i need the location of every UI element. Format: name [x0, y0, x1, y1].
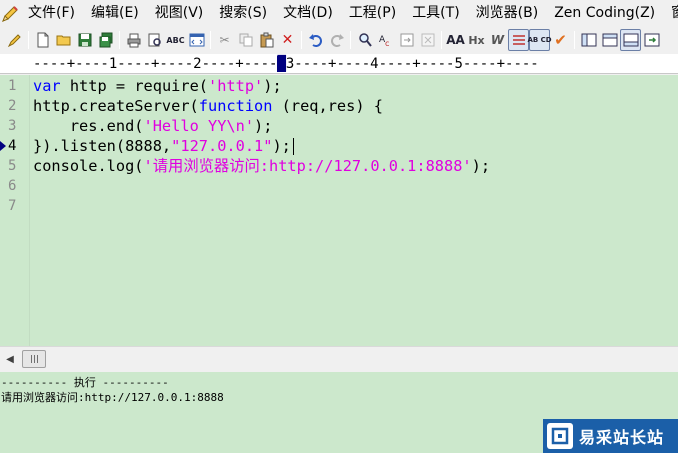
menu-file[interactable]: 文件(F) [20, 0, 83, 27]
find-icon[interactable] [354, 29, 375, 51]
horizontal-scrollbar[interactable]: ◀ [0, 346, 678, 370]
menu-edit[interactable]: 编辑(E) [83, 0, 147, 27]
scrollbar-thumb[interactable] [22, 350, 46, 368]
code-token: 'http' [208, 77, 264, 95]
toolbar-separator [301, 31, 302, 49]
code-token: var [33, 77, 61, 95]
pencil-icon[interactable] [4, 29, 25, 51]
code-token: '请用浏览器访问:http://127.0.0.1:8888' [143, 157, 472, 175]
menu-bar: 文件(F) 编辑(E) 视图(V) 搜索(S) 文档(D) 工程(P) 工具(T… [0, 0, 678, 27]
line-number: 7 [8, 198, 17, 214]
code-line: var http = require('http'); [33, 76, 282, 96]
word-wrap-icon[interactable]: W [487, 29, 508, 51]
line-number: 3 [8, 118, 17, 134]
current-line-marker-icon [0, 141, 6, 151]
output-window-icon[interactable] [620, 29, 641, 51]
new-file-icon[interactable] [32, 29, 53, 51]
toolbar: ABC ✂ ✕ Ac AA Hx W AB CD ✔ [0, 27, 678, 53]
toolbar-separator [574, 31, 575, 49]
menu-browser[interactable]: 浏览器(B) [468, 0, 547, 27]
output-result: 请用浏览器访问:http://127.0.0.1:8888 [1, 391, 224, 404]
cut-icon[interactable]: ✂ [214, 29, 235, 51]
menu-window[interactable]: 窗 [663, 0, 678, 27]
toolbar-separator [210, 31, 211, 49]
scroll-left-icon[interactable]: ◀ [0, 350, 20, 368]
toolbar-separator [441, 31, 442, 49]
app-pencil-icon [0, 0, 20, 27]
paste-icon[interactable] [256, 29, 277, 51]
line-number: 6 [8, 178, 17, 194]
menu-document[interactable]: 文档(D) [275, 0, 341, 27]
save-all-icon[interactable] [95, 29, 116, 51]
toolbar-separator [119, 31, 120, 49]
svg-text:c: c [385, 39, 389, 48]
line-number: 2 [8, 98, 17, 114]
code-token: res.end( [33, 117, 144, 135]
font-size-icon[interactable]: AA [445, 29, 466, 51]
ruler-left: ----+----1----+----2----+---- [33, 56, 278, 72]
goto-icon[interactable] [396, 29, 417, 51]
code-token: function [198, 97, 273, 115]
check-icon[interactable]: ✔ [550, 29, 571, 51]
code-token: http.createServer( [33, 97, 199, 115]
menu-zen-coding[interactable]: Zen Coding(Z) [546, 0, 663, 27]
code-token: http = require( [60, 77, 208, 95]
code-line: res.end('Hello YY\n'); [33, 116, 273, 136]
line-number-gutter: 1 2 3 4 5 6 7 [0, 75, 30, 346]
code-token: ); [471, 157, 491, 175]
site-watermark: 易采站长站 [543, 419, 678, 453]
menu-view[interactable]: 视图(V) [147, 0, 212, 27]
column-mode-icon[interactable]: AB CD [527, 29, 552, 51]
browser-view-icon[interactable] [186, 29, 207, 51]
watermark-logo-icon [547, 423, 573, 449]
code-token: ); [263, 77, 282, 95]
undo-icon[interactable] [305, 29, 326, 51]
column-ruler: ----+----1----+----2----+----█3----+----… [0, 54, 678, 74]
line-number: 1 [8, 78, 17, 94]
print-icon[interactable] [123, 29, 144, 51]
output-header: ---------- 执行 ---------- [1, 376, 169, 389]
code-token: console.log( [33, 157, 144, 175]
menu-project[interactable]: 工程(P) [341, 0, 404, 27]
code-token: }).listen(8888, [33, 137, 172, 155]
save-icon[interactable] [74, 29, 95, 51]
copy-icon[interactable] [235, 29, 256, 51]
panel-icon[interactable] [578, 29, 599, 51]
watermark-text: 易采站长站 [579, 428, 665, 447]
code-token: ); [254, 117, 273, 135]
replace-icon[interactable]: Ac [375, 29, 396, 51]
delete-icon[interactable]: ✕ [277, 29, 298, 51]
panel-2-icon[interactable] [599, 29, 620, 51]
ruler-right: 3----+----4----+----5----+---- [285, 56, 539, 72]
text-caret [292, 138, 294, 155]
spellcheck-icon[interactable]: ABC [165, 29, 186, 51]
menu-search[interactable]: 搜索(S) [211, 0, 275, 27]
code-token: 'Hello YY\n' [143, 117, 255, 135]
code-line: http.createServer(function (req,res) { [33, 96, 383, 116]
code-line: }).listen(8888,"127.0.0.1"); [33, 136, 294, 156]
clear-icon[interactable] [417, 29, 438, 51]
toolbar-separator [350, 31, 351, 49]
redo-icon[interactable] [326, 29, 347, 51]
print-preview-icon[interactable] [144, 29, 165, 51]
line-number: 5 [8, 158, 17, 174]
code-token: ); [272, 137, 291, 155]
menu-tools[interactable]: 工具(T) [404, 0, 467, 27]
code-token: "127.0.0.1" [171, 137, 273, 155]
open-folder-icon[interactable] [53, 29, 74, 51]
ruler-icon[interactable] [508, 29, 529, 51]
hex-icon[interactable]: Hx [466, 29, 487, 51]
toolbar-separator [28, 31, 29, 49]
ruler-cursor-marker: █ [277, 56, 286, 72]
more-icon[interactable] [641, 29, 662, 51]
code-line: console.log('请用浏览器访问:http://127.0.0.1:88… [33, 156, 490, 176]
code-token: (req,res) { [272, 97, 383, 115]
code-editor[interactable]: 1 2 3 4 5 6 7 var http = require('http')… [0, 75, 678, 346]
